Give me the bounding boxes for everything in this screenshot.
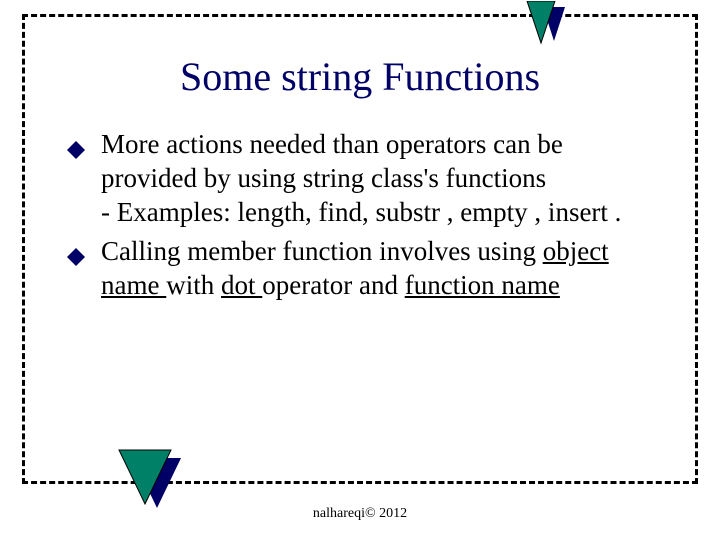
- bullet-text: More actions needed than operators can b…: [101, 129, 563, 193]
- bullet-text: with: [166, 270, 221, 300]
- bullet-item: Calling member function involves using o…: [101, 235, 649, 303]
- underline-function-name: function name: [405, 270, 560, 300]
- slide-frame: Some string Functions More actions neede…: [22, 14, 698, 484]
- bullet-text: operator and: [262, 270, 404, 300]
- footer-copyright: nalhareqi© 2012: [0, 506, 720, 522]
- slide-title: Some string Functions: [25, 53, 695, 100]
- decor-triangle-top: [513, 1, 565, 60]
- slide-content: More actions needed than operators can b…: [25, 128, 695, 303]
- diamond-bullet-icon: [67, 134, 85, 168]
- bullet-text: Calling member function involves using: [101, 236, 543, 266]
- bullet-subtext: - Examples: length, find, substr , empty…: [101, 197, 621, 227]
- underline-dot: dot: [221, 270, 262, 300]
- bullet-item: More actions needed than operators can b…: [101, 128, 649, 229]
- decor-triangle-bottom: [117, 444, 181, 513]
- diamond-bullet-icon: [67, 241, 85, 275]
